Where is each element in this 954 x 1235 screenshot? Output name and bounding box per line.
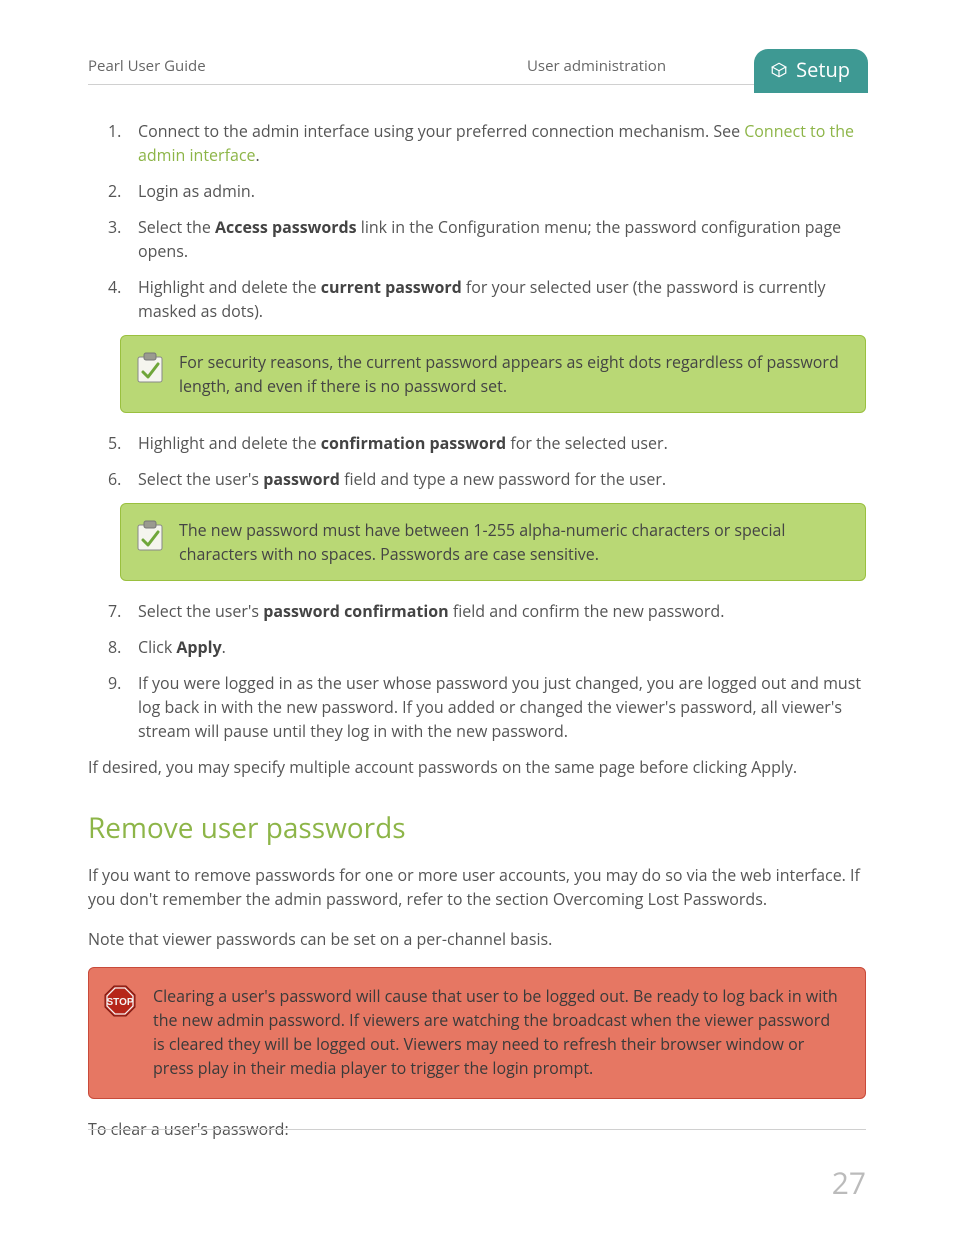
step-7: Select the user's password confirmation … <box>88 599 866 623</box>
step-5: Highlight and delete the confirmation pa… <box>88 431 866 455</box>
stop-icon: STOP <box>103 984 137 1018</box>
stop-warning-box: STOP Clearing a user's password will cau… <box>88 967 866 1099</box>
step-1: Connect to the admin interface using you… <box>88 119 866 167</box>
step-6: Select the user's password field and typ… <box>88 467 866 491</box>
cube-icon <box>770 61 788 79</box>
remove-p1: If you want to remove passwords for one … <box>88 863 866 911</box>
note-2-text: The new password must have between 1-255… <box>179 518 847 566</box>
step-8: Click Apply. <box>88 635 866 659</box>
step-9: If you were logged in as the user whose … <box>88 671 866 743</box>
step-2: Login as admin. <box>88 179 866 203</box>
setup-tab-label: Setup <box>796 55 850 85</box>
note-box-1: For security reasons, the current passwo… <box>120 335 866 413</box>
remove-p2: Note that viewer passwords can be set on… <box>88 927 866 951</box>
section-heading-remove: Remove user passwords <box>88 807 866 849</box>
body-paragraph: If desired, you may specify multiple acc… <box>88 755 866 779</box>
steps-list-1: Connect to the admin interface using you… <box>88 119 866 323</box>
setup-tab: Setup <box>754 49 868 93</box>
svg-text:STOP: STOP <box>106 997 133 1008</box>
stop-warning-text: Clearing a user's password will cause th… <box>153 984 845 1080</box>
steps-list-2: Highlight and delete the confirmation pa… <box>88 431 866 491</box>
note-box-2: The new password must have between 1-255… <box>120 503 866 581</box>
note-1-text: For security reasons, the current passwo… <box>179 350 847 398</box>
page-header: Pearl User Guide User administration Set… <box>88 55 866 85</box>
page-number: 27 <box>832 1160 866 1205</box>
clipboard-check-icon <box>135 520 165 552</box>
step-3: Select the Access passwords link in the … <box>88 215 866 263</box>
step-4: Highlight and delete the current passwor… <box>88 275 866 323</box>
clipboard-check-icon <box>135 352 165 384</box>
footer-rule <box>88 1129 866 1130</box>
steps-list-3: Select the user's password confirmation … <box>88 599 866 743</box>
header-guide-title: Pearl User Guide <box>88 55 427 78</box>
